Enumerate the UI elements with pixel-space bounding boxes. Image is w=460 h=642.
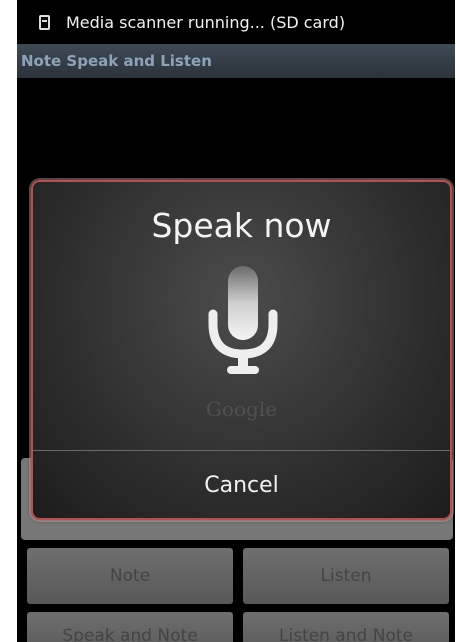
listen-button[interactable]: Listen — [243, 548, 449, 604]
speech-dialog: Speak now Google Cancel — [31, 180, 452, 520]
status-bar: Media scanner running... (SD card) — [17, 0, 455, 44]
dialog-title: Speak now — [151, 206, 332, 245]
button-row-1: Note Listen — [17, 548, 455, 604]
listen-and-note-button[interactable]: Listen and Note — [243, 612, 449, 642]
app-title: Note Speak and Listen — [21, 52, 212, 70]
app-title-bar: Note Speak and Listen — [17, 44, 455, 78]
microphone-icon[interactable] — [203, 264, 283, 384]
cancel-button[interactable]: Cancel — [33, 451, 450, 518]
speak-and-note-button[interactable]: Speak and Note — [27, 612, 233, 642]
button-row-2: Speak and Note Listen and Note — [17, 612, 455, 642]
sd-card-icon — [39, 14, 50, 30]
note-button[interactable]: Note — [27, 548, 233, 604]
status-text: Media scanner running... (SD card) — [66, 12, 346, 32]
google-logo: Google — [205, 397, 278, 421]
phone-screen: Media scanner running... (SD card) Note … — [17, 0, 455, 642]
